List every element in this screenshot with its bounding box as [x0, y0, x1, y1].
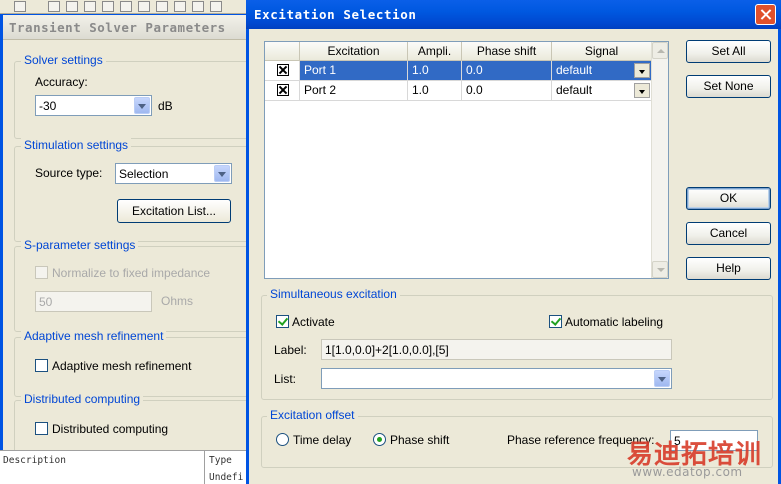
row-check-cell[interactable] — [265, 61, 300, 81]
distributed-computing-label: Distributed computing — [52, 422, 169, 436]
excitation-cell[interactable]: Port 1 — [300, 61, 408, 81]
accuracy-unit: dB — [158, 99, 173, 113]
distributed-computing-checkbox[interactable] — [35, 422, 48, 435]
excitation-offset-legend: Excitation offset — [267, 408, 358, 422]
toolbar-icon[interactable] — [14, 1, 26, 12]
toolbar-icon[interactable] — [174, 1, 186, 12]
help-button[interactable]: Help — [686, 257, 771, 280]
scroll-up-icon[interactable] — [652, 42, 668, 59]
activate-label: Activate — [292, 315, 335, 329]
background-table-strip: Description Type Undefi — [0, 450, 250, 484]
row-checkbox[interactable] — [277, 84, 289, 96]
transient-solver-dialog: Transient Solver Parameters Solver setti… — [0, 14, 250, 460]
automatic-labeling-checkbox[interactable] — [549, 315, 562, 328]
adaptive-mesh-legend: Adaptive mesh refinement — [21, 329, 167, 343]
signal-cell[interactable]: default — [552, 61, 652, 81]
strip-header-description: Description — [3, 455, 66, 466]
stimulation-settings-legend: Stimulation settings — [21, 138, 132, 152]
background-dialog-title: Transient Solver Parameters — [9, 20, 226, 35]
excitation-cell[interactable]: Port 2 — [300, 81, 408, 101]
impedance-value: 50 — [39, 295, 53, 309]
chevron-down-icon[interactable] — [634, 63, 650, 78]
row-check-cell[interactable] — [265, 81, 300, 101]
excitation-table: Excitation Ampli. Phase shift Signal Por… — [264, 41, 669, 279]
signal-value: default — [556, 63, 593, 77]
excitation-selection-dialog: Excitation Selection Excitation Ampli. P… — [246, 0, 781, 484]
normalize-checkbox[interactable] — [35, 266, 48, 279]
phase-shift-cell[interactable]: 0.0 — [462, 61, 552, 81]
label-value: 1[1.0,0.0]+2[1.0,0.0],[5] — [325, 343, 449, 357]
source-type-label: Source type: — [35, 166, 103, 180]
label-label: Label: — [274, 343, 307, 357]
amplitude-cell[interactable]: 1.0 — [408, 61, 462, 81]
time-delay-radio[interactable] — [276, 433, 289, 446]
ok-button[interactable]: OK — [686, 187, 771, 210]
dialog-titlebar[interactable]: Excitation Selection — [246, 0, 781, 29]
toolbar-icon[interactable] — [210, 1, 222, 12]
accuracy-combo[interactable]: -30 — [35, 95, 152, 116]
strip-header-type: Type — [209, 455, 232, 466]
background-titlebar[interactable]: Transient Solver Parameters — [3, 15, 249, 40]
table-header-amplitude[interactable]: Ampli. — [408, 42, 462, 61]
phase-shift-cell[interactable]: 0.0 — [462, 81, 552, 101]
normalize-label: Normalize to fixed impedance — [52, 266, 211, 280]
background-toolbar — [0, 0, 250, 14]
sparameter-settings-group: S-parameter settings — [14, 238, 250, 332]
set-all-button[interactable]: Set All — [686, 40, 771, 63]
set-none-button[interactable]: Set None — [686, 75, 771, 98]
row-checkbox[interactable] — [277, 64, 289, 76]
signal-cell[interactable]: default — [552, 81, 652, 101]
toolbar-icon[interactable] — [120, 1, 132, 12]
adaptive-mesh-checkbox[interactable] — [35, 359, 48, 372]
table-header-excitation[interactable]: Excitation — [300, 42, 408, 61]
source-type-value: Selection — [119, 167, 169, 181]
table-header-signal[interactable]: Signal — [552, 42, 652, 61]
solver-settings-legend: Solver settings — [21, 53, 106, 67]
adaptive-mesh-label: Adaptive mesh refinement — [52, 359, 192, 373]
toolbar-icon[interactable] — [192, 1, 204, 12]
label-field[interactable]: 1[1.0,0.0]+2[1.0,0.0],[5] — [321, 339, 672, 360]
toolbar-icon[interactable] — [156, 1, 168, 12]
phase-shift-label: Phase shift — [390, 433, 450, 447]
impedance-field[interactable]: 50 — [35, 291, 152, 312]
chevron-down-icon[interactable] — [214, 165, 230, 182]
strip-cell-type: Undefi — [209, 472, 244, 483]
toolbar-icon[interactable] — [84, 1, 96, 12]
distributed-computing-legend: Distributed computing — [21, 392, 144, 406]
table-scrollbar[interactable] — [651, 42, 668, 278]
time-delay-label: Time delay — [293, 433, 352, 447]
signal-value: default — [556, 83, 593, 97]
stimulation-settings-group: Stimulation settings — [14, 138, 250, 242]
toolbar-icon[interactable] — [102, 1, 114, 12]
table-header-phase-shift[interactable]: Phase shift — [462, 42, 552, 61]
phase-shift-radio[interactable] — [373, 433, 386, 446]
strip-divider — [204, 451, 205, 484]
list-label: List: — [274, 372, 297, 386]
watermark-url: www.edatop.com — [632, 465, 743, 479]
chevron-down-icon[interactable] — [634, 83, 650, 98]
excitation-list-button[interactable]: Excitation List... — [117, 199, 231, 223]
chevron-down-icon[interactable] — [654, 370, 670, 387]
activate-checkbox[interactable] — [276, 315, 289, 328]
cancel-button[interactable]: Cancel — [686, 222, 771, 245]
table-header-check — [265, 42, 300, 61]
toolbar-icon[interactable] — [66, 1, 78, 12]
amplitude-cell[interactable]: 1.0 — [408, 81, 462, 101]
source-type-combo[interactable]: Selection — [115, 163, 232, 184]
chevron-down-icon[interactable] — [134, 97, 150, 114]
dialog-title: Excitation Selection — [254, 7, 417, 22]
automatic-labeling-label: Automatic labeling — [565, 315, 664, 329]
accuracy-label: Accuracy: — [35, 75, 88, 89]
close-icon[interactable] — [755, 4, 776, 25]
simultaneous-excitation-legend: Simultaneous excitation — [267, 287, 400, 301]
list-combo[interactable] — [321, 368, 672, 389]
toolbar-icon[interactable] — [138, 1, 150, 12]
sparameter-settings-legend: S-parameter settings — [21, 238, 139, 252]
scroll-down-icon[interactable] — [652, 261, 668, 278]
toolbar-icon[interactable] — [48, 1, 60, 12]
accuracy-value: -30 — [39, 99, 57, 113]
impedance-unit: Ohms — [161, 294, 194, 308]
